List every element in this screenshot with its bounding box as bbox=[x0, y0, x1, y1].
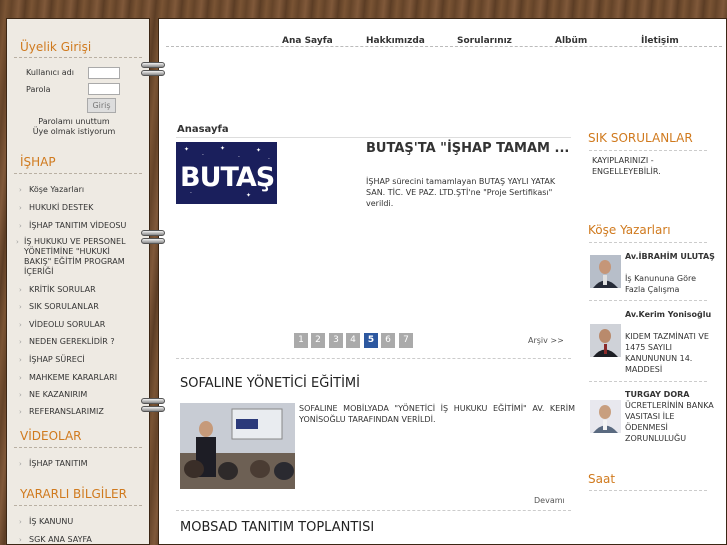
arrow-icon: › bbox=[19, 186, 22, 194]
nav-divider bbox=[166, 46, 722, 47]
saat-title: Saat bbox=[588, 472, 616, 486]
arrow-icon: › bbox=[19, 303, 22, 311]
sidebar-item-tanitim-videosu[interactable]: › İŞHAP TANITIM VİDEOSU bbox=[19, 221, 139, 231]
divider bbox=[589, 300, 707, 301]
arrow-icon: › bbox=[19, 460, 22, 468]
divider bbox=[589, 381, 707, 382]
author-article[interactable]: ÜCRETLERİNİN BANKA VASITASI İLE ÖDENMESİ… bbox=[625, 400, 715, 444]
ishap-title: İŞHAP bbox=[20, 155, 56, 169]
username-input[interactable] bbox=[88, 67, 120, 79]
butas-logo-image[interactable]: ✦ · ✦ · ✦ · · ✦ BUTAŞ bbox=[176, 142, 277, 204]
pager-button[interactable]: 6 bbox=[381, 333, 395, 348]
kose-yazarlari-title: Köşe Yazarları bbox=[588, 223, 671, 237]
pager-button[interactable]: 4 bbox=[346, 333, 360, 348]
divider bbox=[589, 242, 707, 243]
sidebar-item-sgk-ana-sayfa[interactable]: › SGK ANA SAYFA bbox=[19, 535, 139, 545]
divider bbox=[176, 137, 571, 138]
arrow-icon: › bbox=[19, 374, 22, 382]
nav-ana-sayfa[interactable]: Ana Sayfa bbox=[282, 36, 333, 46]
divider bbox=[589, 150, 707, 151]
divider bbox=[589, 490, 707, 491]
author-photo[interactable] bbox=[590, 324, 621, 357]
sidebar-item-hukuki-destek[interactable]: › HUKUKİ DESTEK bbox=[19, 203, 139, 213]
arrow-icon: › bbox=[19, 286, 22, 294]
register-link[interactable]: Üye olmak istiyorum bbox=[10, 127, 138, 136]
sidebar-item-ishap-sureci[interactable]: › İŞHAP SÜRECİ bbox=[19, 355, 139, 365]
news-excerpt: SOFALINE MOBİLYADA "YÖNETİCİ İŞ HUKUKU E… bbox=[299, 404, 575, 424]
sidebar-item-egitim-programi[interactable]: › İŞ HUKUKU VE PERSONEL YÖNETİMİNE "HUKUK… bbox=[16, 237, 134, 277]
nav-hakkimizda[interactable]: Hakkımızda bbox=[366, 36, 425, 46]
author-name[interactable]: Av.Kerim Yonisoğlu bbox=[625, 309, 711, 320]
author-name[interactable]: TURGAY DORA bbox=[625, 389, 689, 400]
yararli-bilgiler-title: YARARLI BİLGİLER bbox=[20, 487, 127, 501]
nav-iletisim[interactable]: İletişim bbox=[641, 36, 679, 46]
binder-ring-icon bbox=[141, 230, 165, 250]
author-article[interactable]: KIDEM TAZMİNATI VE 1475 SAYILI KANUNUNUN… bbox=[625, 331, 715, 375]
slide-title[interactable]: BUTAŞ'TA "İŞHAP TAMAM ... bbox=[366, 141, 576, 156]
sidebar-item-is-kanunu[interactable]: › İŞ KANUNU bbox=[19, 517, 139, 527]
sidebar-item-sik-sorulanlar[interactable]: › SIK SORULANLAR bbox=[19, 302, 139, 312]
sidebar-item-referanslarimiz[interactable]: › REFERANSLARIMIZ bbox=[19, 407, 139, 417]
author-photo[interactable] bbox=[590, 400, 621, 433]
arrow-icon: › bbox=[19, 391, 22, 399]
arrow-icon: › bbox=[19, 222, 22, 230]
sidebar-item-mahkeme-kararlari[interactable]: › MAHKEME KARARLARI bbox=[19, 373, 139, 383]
news-title[interactable]: SOFALINE YÖNETİCİ EĞİTİMİ bbox=[180, 376, 360, 391]
arrow-icon: › bbox=[19, 536, 22, 544]
login-title: Üyelik Girişi bbox=[20, 40, 92, 54]
arrow-icon: › bbox=[19, 338, 22, 346]
author-article[interactable]: İş Kanununa Göre Fazla Çalışma bbox=[625, 273, 715, 295]
sidebar-item-ne-kazanirim[interactable]: › NE KAZANIRIM bbox=[19, 390, 139, 400]
sidebar-item-neden-gereklidir[interactable]: › NEDEN GEREKLİDİR ? bbox=[19, 337, 139, 347]
divider bbox=[176, 358, 571, 359]
author-photo[interactable] bbox=[590, 255, 621, 288]
arrow-icon: › bbox=[16, 238, 19, 246]
nav-album[interactable]: Albüm bbox=[555, 36, 587, 46]
login-button[interactable]: Giriş bbox=[87, 98, 116, 113]
divider bbox=[14, 505, 142, 506]
archive-link[interactable]: Arşiv >> bbox=[528, 336, 564, 345]
breadcrumb: Anasayfa bbox=[177, 124, 229, 135]
pager-button-active[interactable]: 5 bbox=[364, 333, 378, 348]
pager-button[interactable]: 1 bbox=[294, 333, 308, 348]
binder-ring-icon bbox=[141, 62, 165, 82]
sidebar-item-ishap-tanitim[interactable]: › İŞHAP TANITIM bbox=[19, 459, 139, 469]
read-more-link[interactable]: Devamı bbox=[534, 496, 565, 505]
videolar-title: VİDEOLAR bbox=[20, 429, 82, 443]
arrow-icon: › bbox=[19, 321, 22, 329]
divider bbox=[14, 173, 142, 174]
divider bbox=[176, 510, 571, 511]
password-label: Parola bbox=[26, 85, 51, 94]
pager-button[interactable]: 2 bbox=[311, 333, 325, 348]
sik-sorulanlar-text[interactable]: KAYIPLARINIZI - ENGELLEYEBİLİR. bbox=[592, 155, 687, 177]
news-photo[interactable] bbox=[180, 403, 295, 489]
username-label: Kullanıcı adı bbox=[26, 68, 74, 77]
sidebar-item-videolu-sorular[interactable]: › VİDEOLU SORULAR bbox=[19, 320, 139, 330]
pager-button[interactable]: 3 bbox=[329, 333, 343, 348]
author-name[interactable]: Av.İBRAHİM ULUTAŞ bbox=[625, 251, 715, 262]
binder-ring-icon bbox=[141, 398, 165, 418]
sik-sorulanlar-title: SIK SORULANLAR bbox=[588, 131, 693, 145]
slide-description: İŞHAP sürecini tamamlayan BUTAŞ YAYLI YA… bbox=[366, 177, 556, 208]
divider bbox=[14, 447, 142, 448]
sidebar-item-kose-yazarlari[interactable]: › Köşe Yazarları bbox=[19, 185, 139, 195]
forgot-password-link[interactable]: Parolamı unuttum bbox=[10, 117, 138, 126]
arrow-icon: › bbox=[19, 518, 22, 526]
arrow-icon: › bbox=[19, 356, 22, 364]
sidebar-item-kritik-sorular[interactable]: › KRİTİK SORULAR bbox=[19, 285, 139, 295]
news-title[interactable]: MOBSAD TANITIM TOPLANTISI bbox=[180, 520, 374, 535]
arrow-icon: › bbox=[19, 408, 22, 416]
arrow-icon: › bbox=[19, 204, 22, 212]
divider bbox=[14, 57, 142, 58]
pager-button[interactable]: 7 bbox=[399, 333, 413, 348]
nav-sorulariniz[interactable]: Sorularınız bbox=[457, 36, 512, 46]
password-input[interactable] bbox=[88, 83, 120, 95]
